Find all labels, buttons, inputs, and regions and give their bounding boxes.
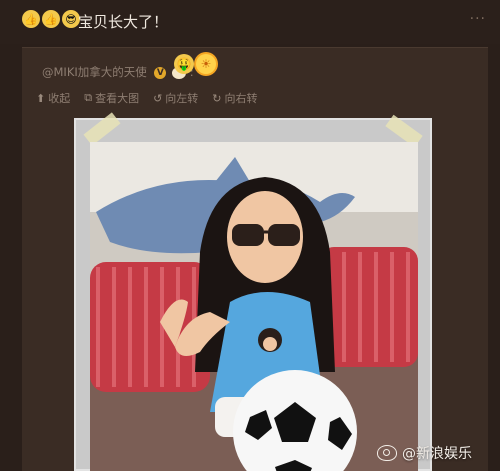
rotate-right-button[interactable]: ↻ 向右转 <box>212 90 257 106</box>
photo-frame[interactable] <box>74 112 432 471</box>
repost-emojis: 🤑 ☀ <box>174 54 216 74</box>
photo-illustration <box>90 142 418 471</box>
tape-decoration <box>83 112 121 146</box>
weibo-logo-icon <box>377 445 397 461</box>
photo <box>90 142 418 471</box>
repost-user-row: @MIKI加拿大的天使 V : <box>42 64 194 80</box>
rotate-left-label: 向左转 <box>165 92 199 105</box>
watermark: @新浪娱乐 <box>377 443 472 463</box>
collapse-button[interactable]: ⬆ 收起 <box>36 90 70 106</box>
sun-face-icon: ☀ <box>196 54 216 74</box>
thumbs-up-icon: 👍 <box>22 10 40 28</box>
post-header: 👍 👍 😎 宝贝长大了！ ··· <box>0 0 500 44</box>
post-text: 宝贝长大了！ <box>78 13 169 31</box>
repost-card: @MIKI加拿大的天使 V : 🤑 ☀ ⬆ 收起 ⧉ 查看大图 ↺ 向左转 ↻ … <box>22 47 488 471</box>
post-emojis: 👍 👍 😎 <box>22 10 80 28</box>
more-menu-icon[interactable]: ··· <box>470 11 486 27</box>
verified-badge: V <box>154 66 167 79</box>
rotate-right-label: 向右转 <box>224 92 258 105</box>
rotate-right-icon: ↻ <box>212 91 222 105</box>
rotate-left-button[interactable]: ↺ 向左转 <box>153 90 198 106</box>
image-actions: ⬆ 收起 ⧉ 查看大图 ↺ 向左转 ↻ 向右转 <box>36 90 258 106</box>
view-large-label: 查看大图 <box>95 92 140 105</box>
money-face-icon: 🤑 <box>174 54 194 74</box>
view-large-icon: ⧉ <box>84 91 93 104</box>
thumbs-up-icon: 👍 <box>42 10 60 28</box>
collapse-up-icon: ⬆ <box>36 91 46 105</box>
watermark-text: @新浪娱乐 <box>402 446 472 462</box>
collapse-label: 收起 <box>48 92 71 105</box>
rotate-left-icon: ↺ <box>153 91 163 105</box>
view-large-button[interactable]: ⧉ 查看大图 <box>84 90 139 106</box>
repost-username[interactable]: @MIKI加拿大的天使 <box>42 65 147 79</box>
